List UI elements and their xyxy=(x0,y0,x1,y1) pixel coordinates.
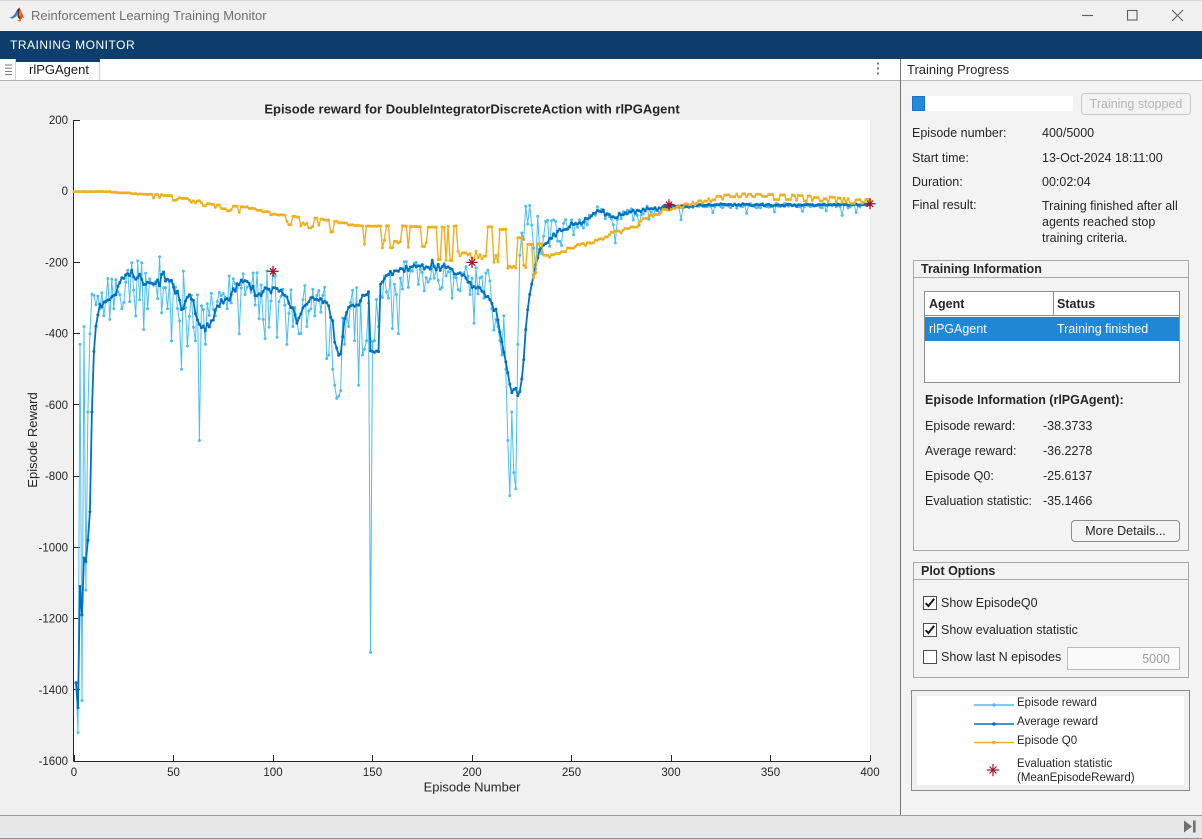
svg-text:-600: -600 xyxy=(45,400,68,412)
svg-text:Episode reward for DoubleInteg: Episode reward for DoubleIntegratorDiscr… xyxy=(264,102,680,117)
svg-text:-1600: -1600 xyxy=(39,756,68,768)
svg-text:-1400: -1400 xyxy=(39,685,68,697)
svg-text:300: 300 xyxy=(661,767,680,779)
svg-text:-200: -200 xyxy=(45,257,68,269)
svg-text:100: 100 xyxy=(263,767,282,779)
svg-text:Episode Reward: Episode Reward xyxy=(25,392,40,487)
svg-text:-800: -800 xyxy=(45,471,68,483)
svg-text:0: 0 xyxy=(62,186,68,198)
svg-text:-1000: -1000 xyxy=(39,542,68,554)
svg-text:200: 200 xyxy=(49,115,68,127)
svg-text:-1200: -1200 xyxy=(39,614,68,626)
svg-text:400: 400 xyxy=(860,767,879,779)
svg-text:Episode Number: Episode Number xyxy=(424,780,521,795)
svg-text:0: 0 xyxy=(71,767,77,779)
svg-text:250: 250 xyxy=(562,767,581,779)
svg-text:-400: -400 xyxy=(45,329,68,341)
svg-text:150: 150 xyxy=(363,767,382,779)
svg-text:200: 200 xyxy=(462,767,481,779)
svg-text:50: 50 xyxy=(167,767,180,779)
svg-text:350: 350 xyxy=(761,767,780,779)
